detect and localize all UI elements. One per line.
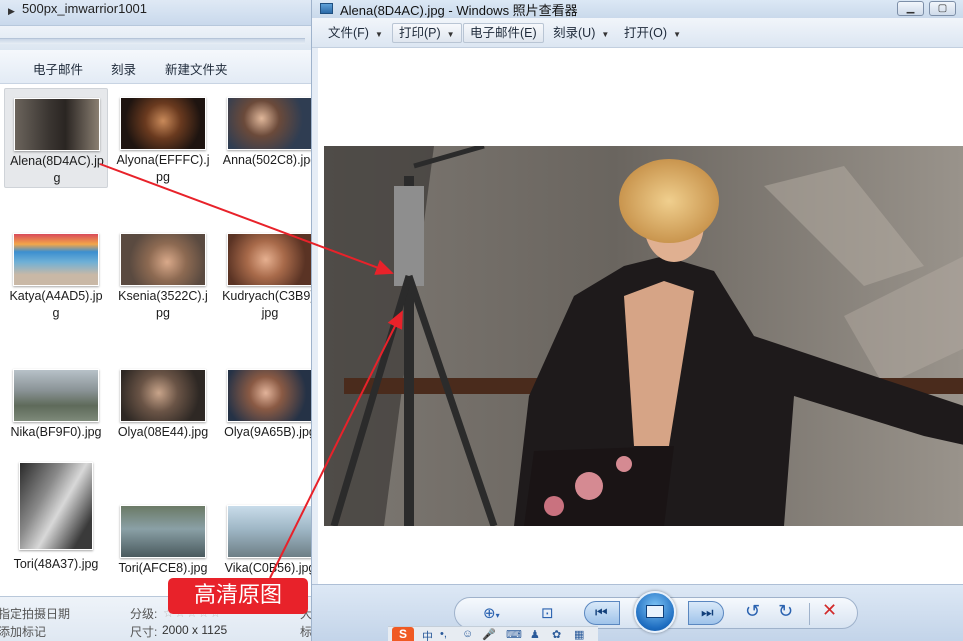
file-item-alena[interactable]: Alena(8D4AC).jpg — [4, 88, 108, 188]
emoji-icon[interactable]: ☺ — [462, 628, 473, 640]
punctuation-icon[interactable]: •, — [440, 628, 447, 640]
slideshow-button[interactable] — [634, 591, 676, 633]
explorer-nav-band — [0, 26, 311, 50]
viewer-menu-bar: 文件(F) ▼ 打印(P) ▼ 电子邮件(E) 刻录(U) ▼ 打开(O) ▼ — [312, 18, 963, 48]
previous-icon: ⏮ — [595, 604, 608, 620]
viewer-title-bar[interactable]: Alena(8D4AC).jpg - Windows 照片查看器 ▁ ▢ — [312, 0, 963, 18]
slideshow-icon — [646, 605, 664, 618]
window-title: Alena(8D4AC).jpg - Windows 照片查看器 — [340, 3, 578, 18]
size-value: 2000 x 1125 — [162, 623, 228, 637]
file-item-olya-9a65b[interactable]: Olya(9A65B).jpg — [218, 360, 312, 460]
file-name: Alena(8D4AC).jpg — [10, 154, 104, 185]
sogou-ime-logo[interactable]: S — [392, 627, 414, 641]
ime-toolbar: S 中 •, ☺ 🎤 ⌨ ♟ ✿ ▦ — [388, 626, 598, 641]
thumbnail-image — [19, 462, 93, 550]
menu-file[interactable]: 文件(F) ▼ — [322, 23, 389, 43]
thumbnail-image — [14, 98, 100, 151]
thumbnail-image — [120, 97, 206, 150]
thumbnail-image — [227, 233, 311, 286]
thumbnail-image — [227, 97, 311, 150]
new-folder-button[interactable]: 新建文件夹 — [165, 59, 228, 78]
keyboard-icon[interactable]: ⌨ — [506, 628, 522, 641]
file-name: Anna(502C8).jpg — [222, 153, 312, 167]
thumbnail-image — [13, 233, 99, 286]
photo-viewer-app-icon — [320, 3, 333, 14]
details-col3-bottom: 标 — [300, 625, 312, 639]
file-name: Alyona(EFFFC).jpg — [116, 153, 210, 184]
file-name: Vika(C0B56).jpg — [224, 561, 312, 575]
file-item-anna[interactable]: Anna(502C8).jpg — [218, 88, 312, 188]
thumbnail-image — [13, 369, 99, 422]
menu-open[interactable]: 打开(O) ▼ — [618, 23, 687, 43]
file-item-kudryach[interactable]: Kudryach(C3B9).jpg — [218, 224, 312, 324]
toolbox-icon[interactable]: ▦ — [574, 628, 584, 641]
hd-original-label: 高清原图 — [168, 578, 308, 614]
rotate-cw-icon[interactable]: ↻ — [778, 601, 793, 622]
displayed-photo[interactable] — [324, 146, 963, 526]
email-button[interactable]: 电子邮件 — [33, 59, 83, 78]
thumbnail-image — [120, 369, 206, 422]
burn-button[interactable]: 刻录 — [111, 59, 136, 78]
dropdown-arrow-icon: ▼ — [446, 30, 455, 39]
file-name: Kudryach(C3B9).jpg — [222, 289, 312, 320]
date-taken-label[interactable]: 指定拍摄日期 — [0, 605, 70, 622]
file-item-nika[interactable]: Nika(BF9F0).jpg — [4, 360, 108, 460]
thumbnail-image — [227, 505, 311, 558]
maximize-button[interactable]: ▢ — [929, 1, 956, 16]
file-item-olya-08e44[interactable]: Olya(08E44).jpg — [111, 360, 215, 460]
file-name: Olya(08E44).jpg — [117, 425, 209, 439]
minimize-button[interactable]: ▁ — [897, 1, 924, 16]
ime-mode[interactable]: 中 — [422, 628, 433, 641]
photo-viewer-window: Alena(8D4AC).jpg - Windows 照片查看器 ▁ ▢ 文件(… — [312, 0, 963, 641]
microphone-icon[interactable]: 🎤 — [482, 628, 496, 641]
explorer-toolbar: 电子邮件 刻录 新建文件夹 — [0, 50, 311, 84]
file-explorer-window: ▶ 500px_imwarrior1001 电子邮件 刻录 新建文件夹 Alen… — [0, 0, 312, 641]
size-label: 尺寸: — [130, 625, 158, 639]
thumbnail-image — [227, 369, 311, 422]
file-item-tori-48a37[interactable]: Tori(48A37).jpg — [4, 458, 108, 571]
dropdown-arrow-icon: ▼ — [374, 30, 383, 39]
file-grid: Alena(8D4AC).jpg Alyona(EFFFC).jpg Anna(… — [0, 84, 312, 596]
menu-burn[interactable]: 刻录(U) ▼ — [547, 23, 615, 43]
zoom-icon[interactable]: ⊕▾ — [483, 604, 500, 622]
next-icon: ⏭ — [701, 604, 714, 620]
dropdown-arrow-icon: ▼ — [673, 30, 681, 39]
file-name: Tori(AFCE8).jpg — [118, 561, 208, 575]
rating-label: 分级: — [130, 607, 158, 621]
folder-path[interactable]: 500px_imwarrior1001 — [22, 1, 147, 16]
image-canvas[interactable] — [312, 48, 963, 584]
delete-icon[interactable]: ✕ — [822, 600, 837, 621]
menu-email[interactable]: 电子邮件(E) — [463, 23, 544, 43]
file-item-ksenia[interactable]: Ksenia(3522C).jpg — [111, 224, 215, 324]
file-name: Nika(BF9F0).jpg — [10, 425, 102, 439]
photo-illustration — [324, 146, 963, 526]
fit-window-icon[interactable]: ⊡ — [541, 604, 554, 622]
add-tags-label[interactable]: 添加标记 — [0, 623, 46, 640]
thumbnail-image — [120, 233, 206, 286]
next-button[interactable]: ⏭ — [688, 601, 724, 625]
rotate-ccw-icon[interactable]: ↺ — [745, 601, 760, 622]
skin-icon[interactable]: ✿ — [552, 628, 561, 641]
breadcrumb-chevron-icon[interactable]: ▶ — [8, 6, 15, 17]
dropdown-arrow-icon: ▼ — [601, 30, 610, 39]
file-item-alyona[interactable]: Alyona(EFFFC).jpg — [111, 88, 215, 188]
file-item-katya[interactable]: Katya(A4AD5).jpg — [4, 224, 108, 324]
file-name: Ksenia(3522C).jpg — [118, 289, 208, 320]
control-divider — [809, 603, 810, 625]
menu-print[interactable]: 打印(P) ▼ — [392, 23, 462, 43]
explorer-address-bar[interactable]: ▶ 500px_imwarrior1001 — [0, 0, 311, 26]
file-name: Olya(9A65B).jpg — [224, 425, 312, 439]
user-icon[interactable]: ♟ — [530, 628, 540, 641]
file-name: Katya(A4AD5).jpg — [9, 289, 103, 320]
previous-button[interactable]: ⏮ — [584, 601, 620, 625]
thumbnail-image — [120, 505, 206, 558]
file-name: Tori(48A37).jpg — [13, 557, 99, 571]
